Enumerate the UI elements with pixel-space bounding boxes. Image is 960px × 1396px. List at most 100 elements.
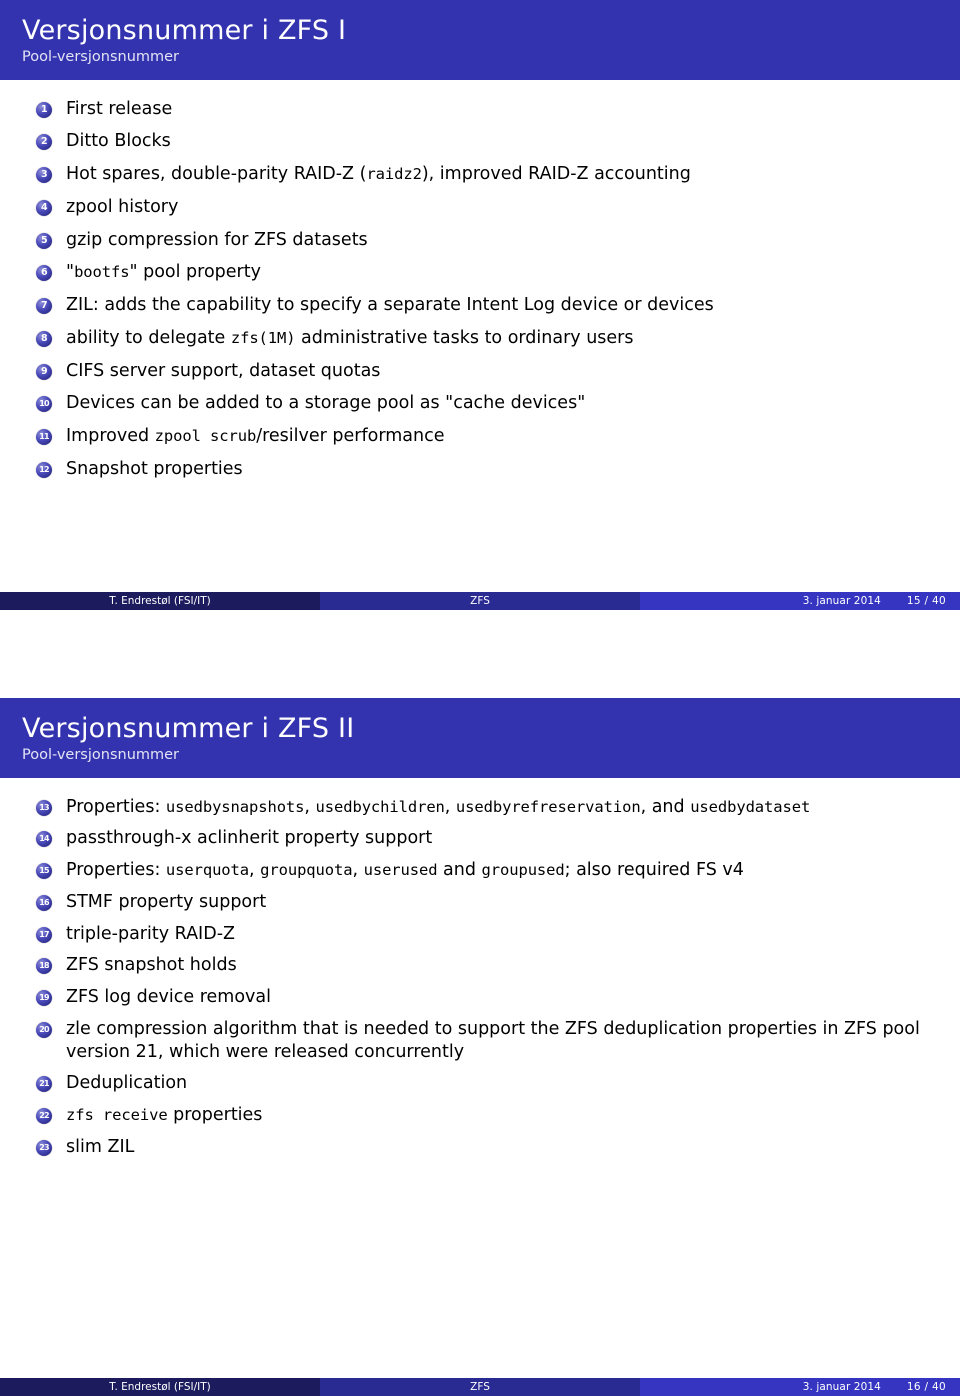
list-item-number-badge: 16 [36,894,52,911]
text-span: Snapshot properties [66,458,243,479]
list-item-label: Improved zpool scrub/resilver performanc… [66,426,444,446]
text-span: Devices can be added to a storage pool a… [66,393,586,414]
code-span: raidz2 [366,165,422,184]
list-item: 8 ability to delegate zfs(1M) administrat… [36,327,940,350]
code-span: userused [363,861,438,880]
slide-body: 13 Properties: usedbysnapshots, usedbychi… [0,778,960,1159]
text-span: zpool history [66,196,179,217]
list-item-label: triple-parity RAID-Z [66,924,235,944]
list-item: 9 CIFS server support, dataset quotas [36,360,940,383]
text-span: ; also required FS v4 [564,860,744,881]
list-item-number-badge: 23 [36,1139,52,1156]
list-item: 5 gzip compression for ZFS datasets [36,229,940,252]
slide-separator [0,610,960,698]
footer-date: 3. januar 2014 [802,1381,881,1393]
text-span: STMF property support [66,891,267,912]
text-span: Improved [66,426,155,447]
enumerated-list-1: 1 First release 2 Ditto Blocks 3 Hot spares, … [36,98,940,481]
text-span: ability to delegate [66,327,231,348]
slide-footer: T. Endrestøl (FSI/IT) ZFS 3. januar 2014… [0,592,960,610]
list-item-number-badge: 19 [36,990,52,1007]
text-span: slim ZIL [66,1136,135,1157]
code-span: zfs(1M) [230,328,296,347]
text-span: administrative tasks to ordinary users [295,327,634,348]
list-item: 11 Improved zpool scrub/resilver performa… [36,425,940,448]
list-item-label: zfs receive properties [66,1105,262,1125]
list-item-label: Hot spares, double-parity RAID-Z (raidz2… [66,164,691,184]
list-item: 2 Ditto Blocks [36,130,940,153]
list-item-label: zpool history [66,197,178,217]
list-item-number-badge: 6 [36,265,52,282]
list-item: 14 passthrough-x aclinherit property supp… [36,827,940,850]
list-item-label: Snapshot properties [66,459,243,479]
list-item-number-badge: 5 [36,232,52,249]
text-span: triple-parity RAID-Z [66,923,236,944]
list-item-label: "bootfs" pool property [66,262,261,282]
footer-date: 3. januar 2014 [802,595,881,607]
code-span: groupused [481,861,565,880]
list-item: 15 Properties: userquota, groupquota, use… [36,859,940,882]
list-item: 17 triple-parity RAID-Z [36,923,940,946]
footer-page-number: 16 / 40 [906,1381,946,1393]
code-span: bootfs [74,263,130,282]
list-item: 6 "bootfs" pool property [36,261,940,284]
list-item-label: slim ZIL [66,1137,134,1157]
list-item-number-badge: 8 [36,330,52,347]
page-title: Versjonsnummer i ZFS I [22,15,347,46]
text-span: Hot spares, double-parity RAID-Z ( [66,164,367,185]
list-item-number-badge: 7 [36,298,52,315]
slide-header: Versjonsnummer i ZFS I Pool-versjonsnumm… [0,0,960,80]
page-subtitle: Pool-versjonsnummer [22,746,180,763]
list-item-label: Devices can be added to a storage pool a… [66,393,585,413]
list-item: 13 Properties: usedbysnapshots, usedbychi… [36,796,940,819]
footer-page-number: 15 / 40 [906,595,946,607]
list-item-number-badge: 11 [36,429,52,446]
footer-presentation-title: ZFS [320,1378,641,1396]
text-span: and [437,860,482,881]
list-item: 20 zle compression algorithm that is need… [36,1018,940,1064]
footer-meta: 3. januar 2014 16 / 40 [640,1378,960,1396]
footer-presentation-title: ZFS [320,592,641,610]
list-item-label: First release [66,99,172,119]
list-item: 10 Devices can be added to a storage pool… [36,392,940,415]
list-item-number-badge: 13 [36,799,52,816]
list-item-label: CIFS server support, dataset quotas [66,361,380,381]
list-item: 21 Deduplication [36,1072,940,1095]
enumerated-list-2: 13 Properties: usedbysnapshots, usedbychi… [36,796,940,1159]
text-span: zle compression algorithm that is needed… [66,1018,920,1062]
list-item-label: ZFS snapshot holds [66,955,237,975]
slide-versjonsnummer-i-zfs-1: Versjonsnummer i ZFS I Pool-versjonsnumm… [0,0,960,610]
list-item-label: gzip compression for ZFS datasets [66,230,368,250]
text-span: First release [66,98,173,119]
text-span: Ditto Blocks [66,131,171,152]
text-span: ZFS snapshot holds [66,955,237,976]
list-item-label: passthrough-x aclinherit property suppor… [66,828,432,848]
text-span: Deduplication [66,1073,188,1094]
list-item-number-badge: 12 [36,461,52,478]
list-item-label: ability to delegate zfs(1M) administrati… [66,328,633,348]
page-subtitle: Pool-versjonsnummer [22,48,180,65]
list-item-label: Ditto Blocks [66,131,171,151]
text-span: ), improved RAID-Z accounting [421,164,691,185]
text-span: , [444,796,456,817]
list-item-label: Deduplication [66,1073,187,1093]
text-span: Properties: [66,860,166,881]
list-item-number-badge: 4 [36,199,52,216]
list-item: 18 ZFS snapshot holds [36,954,940,977]
code-span: groupquota [260,861,353,880]
list-item: 1 First release [36,98,940,121]
list-item-number-badge: 1 [36,101,52,118]
text-span: , [304,796,316,817]
list-item-number-badge: 14 [36,831,52,848]
text-span: ZIL: adds the capability to specify a se… [66,295,714,316]
list-item-label: ZFS log device removal [66,987,271,1007]
code-span: zpool scrub [154,427,257,446]
list-item-number-badge: 9 [36,363,52,380]
text-span: gzip compression for ZFS datasets [66,229,368,250]
list-item-number-badge: 10 [36,396,52,413]
code-span: usedbysnapshots [165,797,305,816]
code-span: usedbyrefreservation [455,797,641,816]
list-item: 23 slim ZIL [36,1136,940,1159]
page-title: Versjonsnummer i ZFS II [22,713,355,744]
text-span: , and [640,796,691,817]
